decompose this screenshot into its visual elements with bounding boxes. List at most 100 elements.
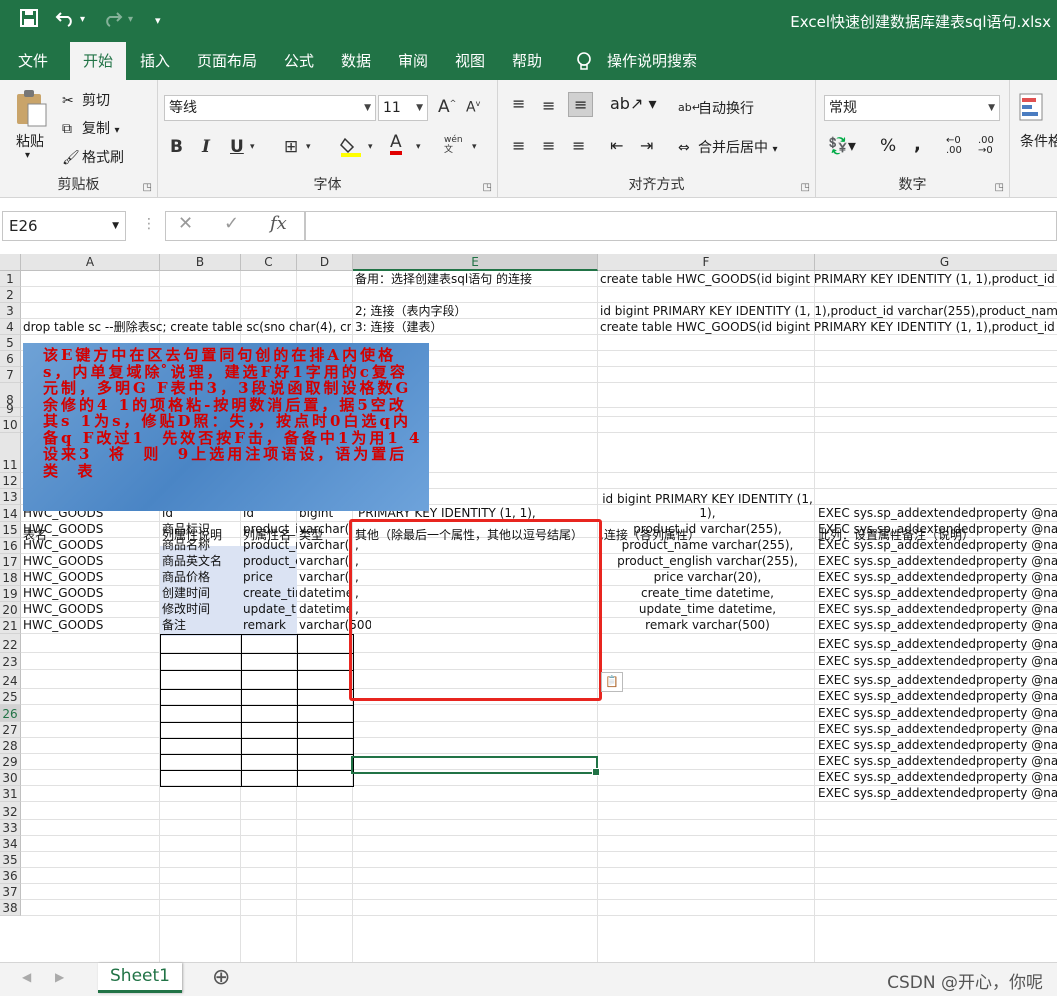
- column-header-b[interactable]: B: [160, 254, 241, 271]
- cell-f16[interactable]: product_name varchar(255),: [600, 538, 815, 553]
- cell-g31[interactable]: EXEC sys.sp_addextendedproperty @name=N'…: [818, 786, 1057, 801]
- cell-g29[interactable]: EXEC sys.sp_addextendedproperty @name=N'…: [818, 754, 1057, 769]
- wrap-text-button[interactable]: ab↵自动换行: [678, 98, 754, 118]
- cell-g21[interactable]: EXEC sys.sp_addextendedproperty @name=N'…: [818, 618, 1057, 633]
- row-header-19[interactable]: 19: [0, 586, 21, 602]
- cell-f18[interactable]: price varchar(20),: [600, 570, 815, 585]
- row-header-23[interactable]: 23: [0, 653, 21, 670]
- empty-table-cell[interactable]: [241, 738, 298, 755]
- paste-options-icon[interactable]: 📋: [601, 672, 623, 692]
- cancel-icon[interactable]: ✕: [178, 213, 193, 234]
- increase-decimal-icon[interactable]: ←0.00: [946, 136, 962, 156]
- cell-a15[interactable]: HWC_GOODS: [23, 522, 158, 537]
- tab-data[interactable]: 数据: [328, 42, 384, 80]
- cell-e1[interactable]: 备用：选择创建表sql语句 的连接: [355, 272, 532, 287]
- italic-button[interactable]: I: [202, 137, 210, 157]
- cell-f14-line1[interactable]: id bigint PRIMARY KEY IDENTITY (1,: [600, 492, 815, 507]
- empty-table-cell[interactable]: [241, 705, 298, 723]
- empty-table-cell[interactable]: [297, 770, 354, 787]
- tab-help[interactable]: 帮助: [499, 42, 555, 80]
- row-header-31[interactable]: 31: [0, 786, 21, 802]
- copy-button[interactable]: ⧉ 复制 ▾: [62, 118, 119, 138]
- border-icon[interactable]: ⊞: [284, 137, 298, 157]
- cell-g18[interactable]: EXEC sys.sp_addextendedproperty @name=N'…: [818, 570, 1057, 585]
- orientation-icon[interactable]: ab↗ ▾: [610, 94, 656, 113]
- cell-a16[interactable]: HWC_GOODS: [23, 538, 158, 553]
- format-painter-button[interactable]: 🖌 格式刷: [62, 147, 124, 167]
- align-bottom-icon[interactable]: ≡: [568, 92, 594, 117]
- empty-table-cell[interactable]: [297, 738, 354, 755]
- chevron-down-icon[interactable]: ▾: [772, 144, 777, 155]
- cell-c18[interactable]: price: [243, 570, 297, 585]
- add-sheet-icon[interactable]: ⊕: [212, 965, 230, 990]
- align-top-icon[interactable]: ≡: [512, 94, 525, 113]
- decrease-font-icon[interactable]: Av: [466, 99, 480, 116]
- tab-home[interactable]: 开始: [70, 42, 127, 80]
- cell-g17[interactable]: EXEC sys.sp_addextendedproperty @name=N'…: [818, 554, 1057, 569]
- empty-table-cell[interactable]: [297, 705, 354, 723]
- cell-g25[interactable]: EXEC sys.sp_addextendedproperty @name=N'…: [818, 689, 1057, 704]
- row-header-15[interactable]: 15: [0, 522, 21, 538]
- cell-c19[interactable]: create_time: [243, 586, 297, 601]
- row-header-7[interactable]: 7: [0, 367, 21, 383]
- redo-icon[interactable]: [103, 9, 123, 32]
- row-header-36[interactable]: 36: [0, 868, 21, 884]
- cell-g16[interactable]: EXEC sys.sp_addextendedproperty @name=N'…: [818, 538, 1057, 553]
- empty-table-cell[interactable]: [160, 653, 242, 671]
- number-format-select[interactable]: 常规 ▼: [824, 95, 1000, 121]
- cut-button[interactable]: ✂ 剪切: [62, 90, 110, 110]
- bold-button[interactable]: B: [170, 137, 183, 157]
- paste-dropdown-icon[interactable]: ▾: [25, 150, 30, 161]
- decrease-indent-icon[interactable]: ⇤: [610, 136, 623, 155]
- empty-table-cell[interactable]: [241, 770, 298, 787]
- paste-icon[interactable]: [14, 88, 48, 132]
- tab-file[interactable]: 文件: [5, 42, 61, 80]
- phonetic-icon[interactable]: wén 文: [444, 135, 463, 155]
- row-header-4[interactable]: 4: [0, 319, 21, 335]
- row-header-30[interactable]: 30: [0, 770, 21, 786]
- cell-b21[interactable]: 备注: [162, 618, 240, 633]
- undo-icon[interactable]: [55, 9, 75, 32]
- row-header-6[interactable]: 6: [0, 351, 21, 367]
- percent-icon[interactable]: %: [880, 136, 896, 156]
- cell-d19[interactable]: datetime: [299, 586, 351, 601]
- insert-function-icon[interactable]: fx: [270, 213, 287, 234]
- cell-c21[interactable]: remark: [243, 618, 297, 633]
- empty-table-cell[interactable]: [160, 705, 242, 723]
- empty-table-cell[interactable]: [297, 634, 354, 654]
- cell-a21[interactable]: HWC_GOODS: [23, 618, 158, 633]
- cell-a20[interactable]: HWC_GOODS: [23, 602, 158, 617]
- alignment-launcher-icon[interactable]: ◳: [801, 182, 810, 193]
- font-size-select[interactable]: 11 ▼: [378, 95, 428, 121]
- cell-c17[interactable]: product_english: [243, 554, 297, 569]
- align-middle-icon[interactable]: ≡: [542, 96, 555, 115]
- cell-c20[interactable]: update_time: [243, 602, 297, 617]
- selected-cell-e26[interactable]: [351, 756, 600, 776]
- merge-center-button[interactable]: ⇔ 合并后居中 ▾: [678, 137, 777, 157]
- conditional-format-button[interactable]: 条件格: [1020, 131, 1057, 151]
- cell-f17[interactable]: product_english varchar(255),: [600, 554, 815, 569]
- row-header-29[interactable]: 29: [0, 754, 21, 770]
- lightbulb-icon[interactable]: [575, 42, 593, 80]
- column-header-a[interactable]: A: [21, 254, 160, 271]
- cell-f4[interactable]: create table HWC_GOODS(id bigint PRIMARY…: [600, 320, 1057, 335]
- column-header-f[interactable]: F: [598, 254, 815, 271]
- cell-d15[interactable]: varchar(255): [299, 522, 351, 537]
- cell-g27[interactable]: EXEC sys.sp_addextendedproperty @name=N'…: [818, 722, 1057, 737]
- align-left-icon[interactable]: ≡: [512, 136, 525, 155]
- cell-g26[interactable]: EXEC sys.sp_addextendedproperty @name=N'…: [818, 706, 1057, 721]
- row-header-9[interactable]: 9: [0, 402, 21, 417]
- cell-g14[interactable]: EXEC sys.sp_addextendedproperty @name=N'…: [818, 506, 1057, 521]
- decrease-decimal-icon[interactable]: .00 →0: [978, 136, 994, 156]
- cell-f19[interactable]: create_time datetime,: [600, 586, 815, 601]
- empty-table-cell[interactable]: [160, 689, 242, 706]
- undo-dropdown-icon[interactable]: ▾: [80, 14, 85, 25]
- row-header-13[interactable]: 13: [0, 489, 21, 505]
- cell-g30[interactable]: EXEC sys.sp_addextendedproperty @name=N'…: [818, 770, 1057, 785]
- tab-page-layout[interactable]: 页面布局: [184, 42, 270, 80]
- currency-icon[interactable]: 💱▾: [828, 136, 856, 155]
- increase-indent-icon[interactable]: ⇥: [640, 136, 653, 155]
- tab-formulas[interactable]: 公式: [271, 42, 327, 80]
- enter-icon[interactable]: ✓: [224, 213, 239, 234]
- border-dropdown-icon[interactable]: ▾: [306, 142, 311, 152]
